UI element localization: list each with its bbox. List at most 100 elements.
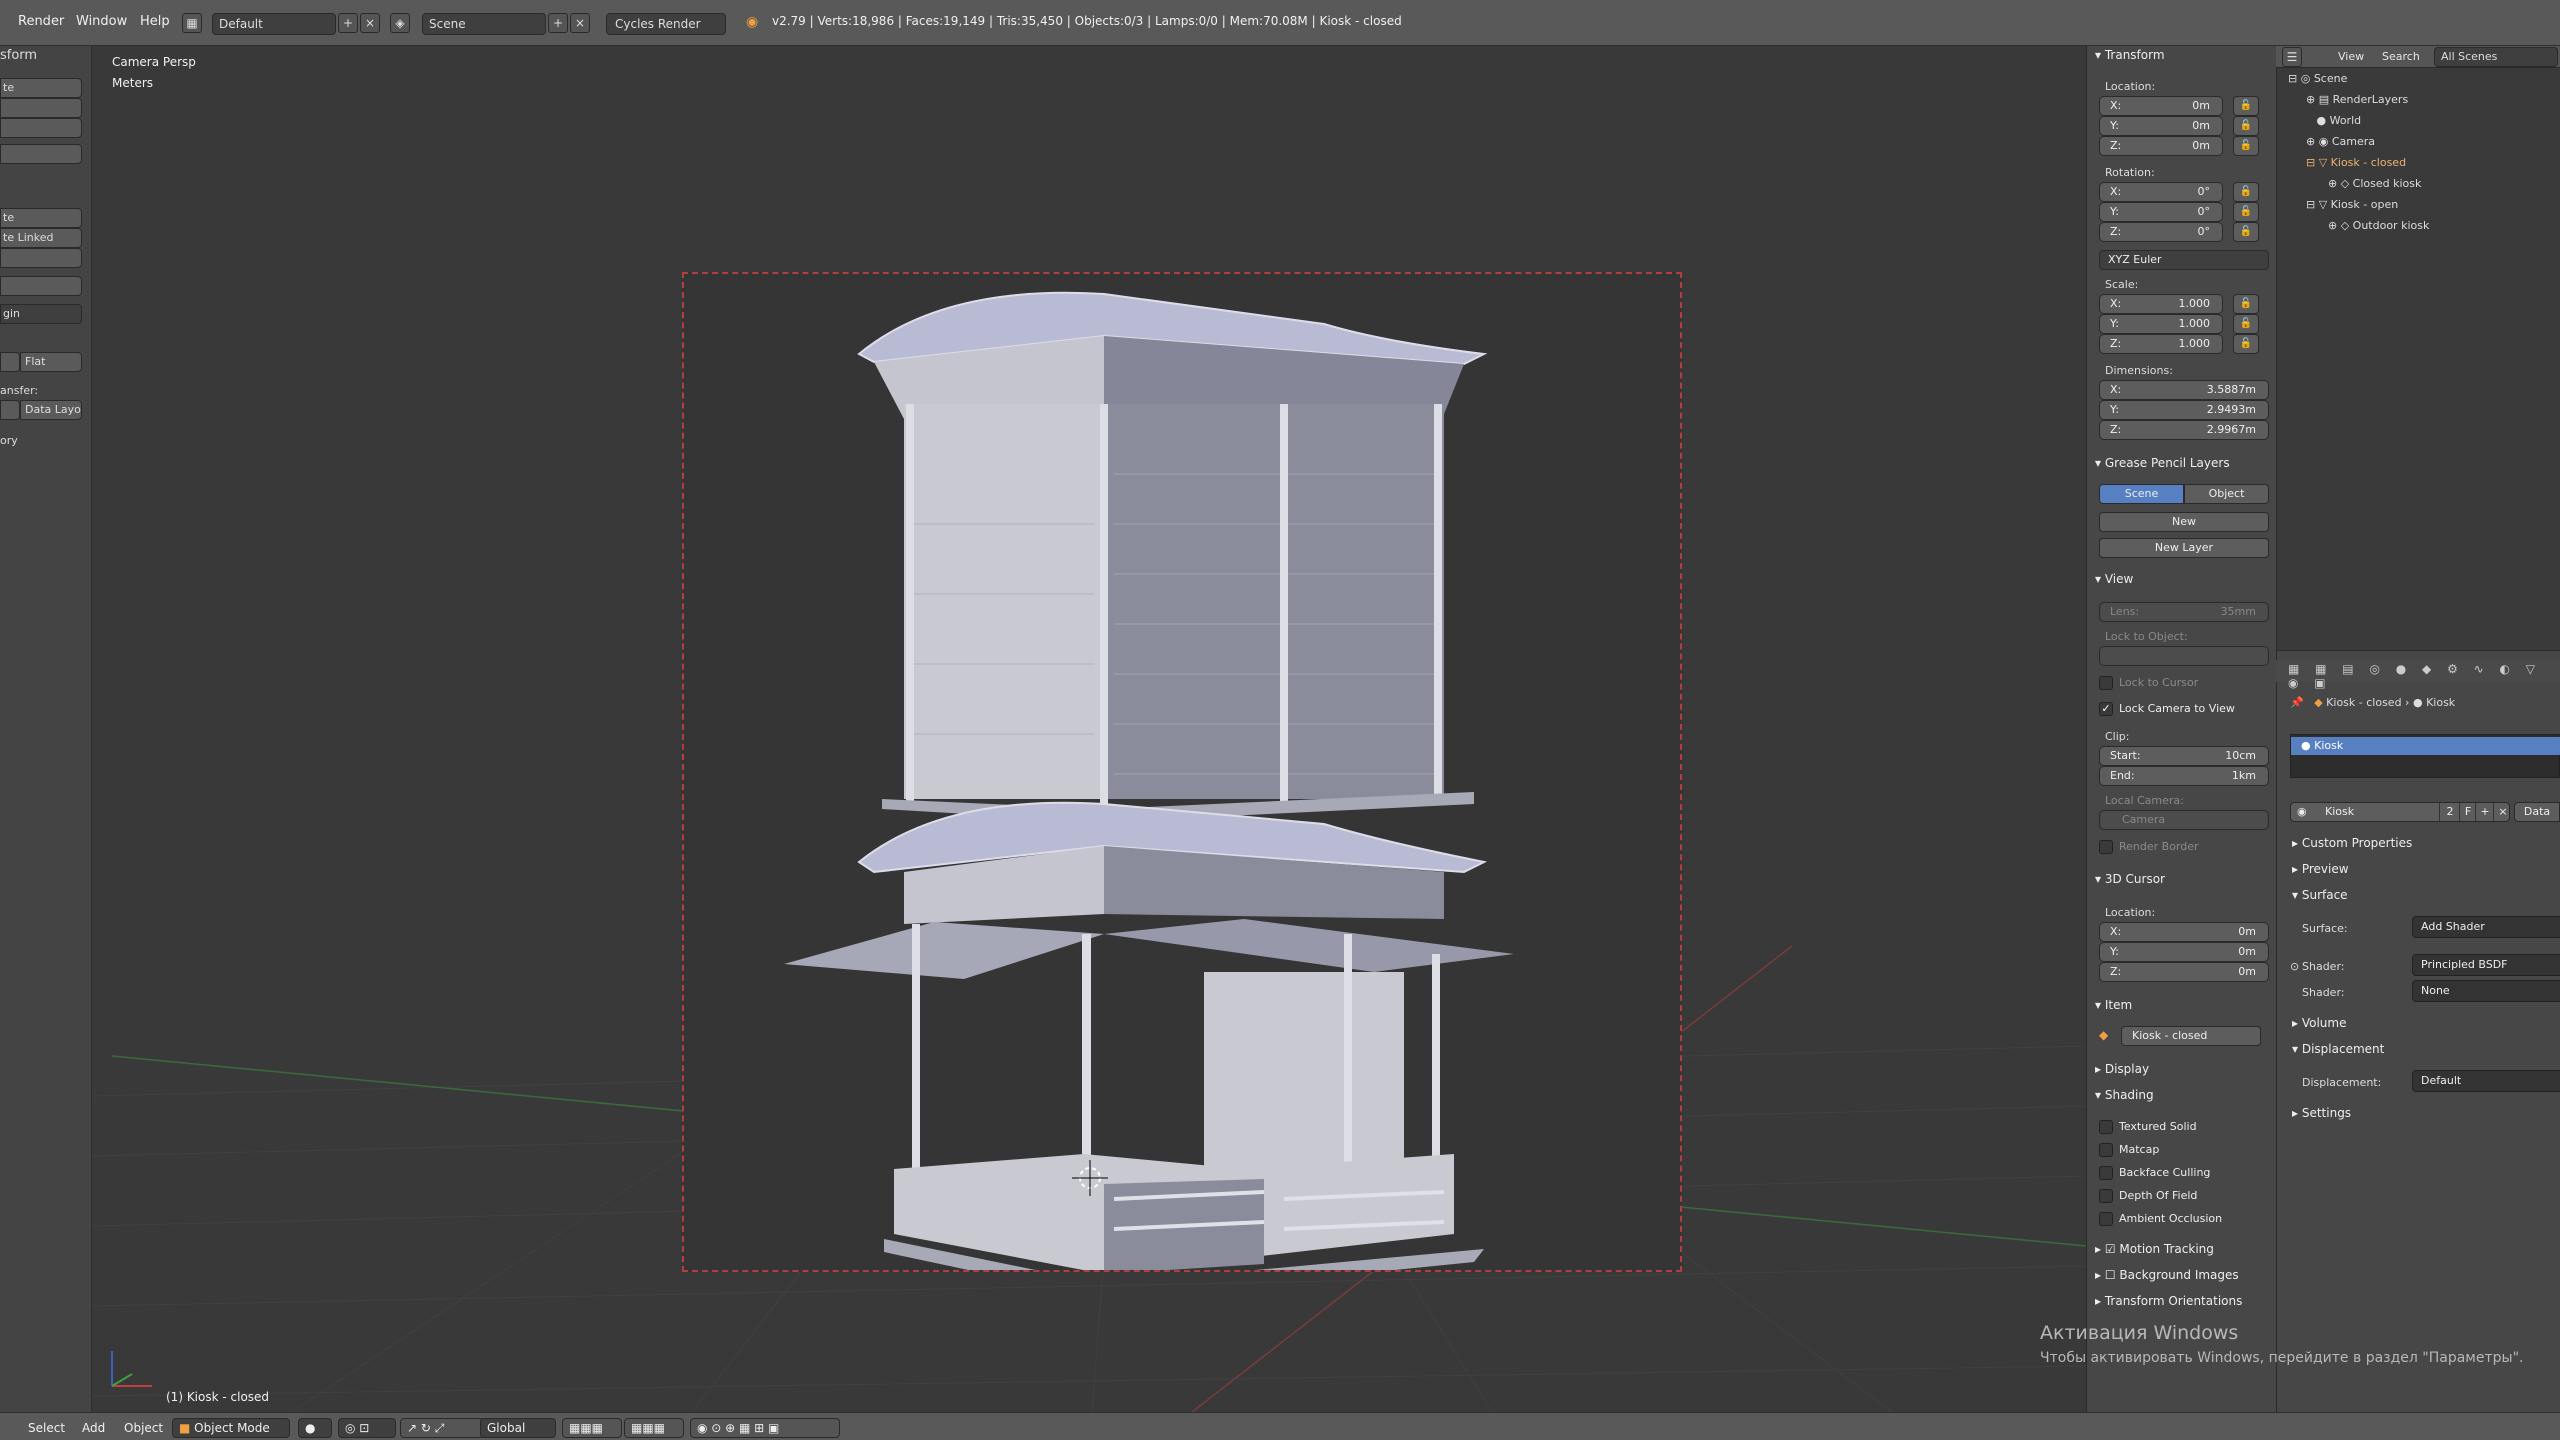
backface-culling-checkbox[interactable] xyxy=(2099,1166,2113,1180)
editor-type-icon[interactable]: ☰ xyxy=(2282,47,2302,67)
lock-object-field[interactable] xyxy=(2099,646,2269,666)
settings-panel-header[interactable]: ▸ Settings xyxy=(2292,1106,2351,1120)
background-images-panel-header[interactable]: ▸ ☐ Background Images xyxy=(2095,1268,2239,1282)
lock-icon[interactable]: 🔓 xyxy=(2233,202,2259,222)
scale-y-field[interactable]: Y: 1.000 xyxy=(2099,314,2223,334)
dimensions-x-field[interactable]: X: 3.5887m xyxy=(2099,380,2269,400)
3d-viewport[interactable]: Camera Persp Meters (1) Kiosk - closed xyxy=(92,46,2086,1412)
local-camera-field[interactable]: Camera xyxy=(2099,810,2269,830)
outliner-item-closed-kiosk[interactable]: ⊕ ◇ Closed kiosk xyxy=(2328,177,2421,190)
tool-button[interactable] xyxy=(0,276,82,296)
layout-selector[interactable]: Default xyxy=(212,13,336,35)
outliner-item-scene[interactable]: ⊟ ◎ Scene xyxy=(2288,72,2347,85)
set-origin-dropdown[interactable]: gin xyxy=(0,304,82,324)
data-button[interactable] xyxy=(0,400,20,420)
shader-1-selector[interactable]: Principled BSDF xyxy=(2412,954,2560,976)
grease-pencil-panel-header[interactable]: ▾ Grease Pencil Layers xyxy=(2095,456,2230,470)
menu-add[interactable]: Add xyxy=(82,1421,105,1435)
lock-icon[interactable]: 🔓 xyxy=(2233,334,2259,354)
volume-panel-header[interactable]: ▸ Volume xyxy=(2292,1016,2346,1030)
location-x-field[interactable]: X: 0m xyxy=(2099,96,2223,116)
viewport-shading-selector[interactable]: ● xyxy=(298,1418,332,1438)
lock-icon[interactable]: 🔓 xyxy=(2233,182,2259,202)
location-y-field[interactable]: Y: 0m xyxy=(2099,116,2223,136)
lock-icon[interactable]: 🔓 xyxy=(2233,116,2259,136)
surface-shader-selector[interactable]: Add Shader xyxy=(2412,916,2560,938)
cursor-y-field[interactable]: Y: 0m xyxy=(2099,942,2269,962)
outliner-display-mode[interactable]: All Scenes xyxy=(2434,47,2558,67)
scale-z-field[interactable]: Z: 1.000 xyxy=(2099,334,2223,354)
rotation-y-field[interactable]: Y: 0° xyxy=(2099,202,2223,222)
menu-render[interactable]: Render xyxy=(18,14,64,29)
tool-button[interactable] xyxy=(0,144,82,164)
material-slot-item[interactable]: ● Kiosk xyxy=(2291,737,2560,755)
transform-orientation-selector[interactable]: Global xyxy=(480,1418,556,1438)
data-link-button[interactable]: Data xyxy=(2514,802,2560,822)
mode-selector[interactable]: ■ Object Mode xyxy=(172,1418,290,1438)
pivot-selector[interactable]: ◎ ⊡ xyxy=(338,1418,396,1438)
lock-icon[interactable]: 🔓 xyxy=(2233,294,2259,314)
tool-button[interactable] xyxy=(0,98,82,118)
clip-start-field[interactable]: Start: 10cm xyxy=(2099,746,2269,766)
add-scene-icon[interactable]: + xyxy=(548,13,568,33)
tool-button[interactable] xyxy=(0,118,82,138)
data-layout-button[interactable]: Data Layo xyxy=(20,400,82,420)
outliner-item-camera[interactable]: ⊕ ◉ Camera xyxy=(2306,135,2375,148)
add-material-icon[interactable]: + xyxy=(2475,803,2494,821)
snap-and-render-toggles[interactable]: ◉ ⊙ ⊕ ▦ ⊞ ▣ xyxy=(690,1418,840,1438)
surface-panel-header[interactable]: ▾ Surface xyxy=(2292,888,2348,902)
pin-icon[interactable]: 📌 xyxy=(2290,696,2304,709)
ambient-occlusion-checkbox[interactable] xyxy=(2099,1212,2113,1226)
item-panel-header[interactable]: ▾ Item xyxy=(2095,998,2132,1012)
transform-panel-header[interactable]: ▾ Transform xyxy=(2095,48,2165,62)
cursor-z-field[interactable]: Z: 0m xyxy=(2099,962,2269,982)
lock-icon[interactable]: 🔓 xyxy=(2233,136,2259,156)
render-engine-selector[interactable]: Cycles Render xyxy=(606,13,726,35)
lock-to-cursor-checkbox[interactable] xyxy=(2099,676,2113,690)
outliner-item-renderlayers[interactable]: ⊕ ▤ RenderLayers xyxy=(2306,93,2408,106)
outliner-item-world[interactable]: ● World xyxy=(2306,114,2361,127)
duplicate-linked-button[interactable]: te Linked xyxy=(0,228,82,248)
remove-scene-icon[interactable]: × xyxy=(570,13,590,33)
outliner-item-kiosk-closed[interactable]: ⊟ ▽ Kiosk - closed xyxy=(2306,156,2406,169)
outliner-search-menu[interactable]: Search xyxy=(2382,50,2420,63)
remove-layout-icon[interactable]: × xyxy=(360,13,380,33)
tab-gp-object[interactable]: Object xyxy=(2184,484,2269,504)
outliner-view-menu[interactable]: View xyxy=(2338,50,2364,63)
displacement-panel-header[interactable]: ▾ Displacement xyxy=(2292,1042,2384,1056)
scene-icon[interactable]: ◈ xyxy=(390,13,410,33)
displacement-selector[interactable]: Default xyxy=(2412,1070,2560,1092)
motion-tracking-panel-header[interactable]: ▸ ☑ Motion Tracking xyxy=(2095,1242,2214,1256)
shader-2-selector[interactable]: None xyxy=(2412,980,2560,1002)
gp-new-button[interactable]: New xyxy=(2099,512,2269,532)
lock-icon[interactable]: 🔓 xyxy=(2233,96,2259,116)
display-panel-header[interactable]: ▸ Display xyxy=(2095,1062,2149,1076)
fake-user-button[interactable]: F xyxy=(2459,803,2476,821)
layer-buttons[interactable]: ▦▦▦ xyxy=(562,1418,622,1438)
material-slot-list[interactable]: ● Kiosk xyxy=(2290,734,2560,778)
3d-cursor-icon[interactable] xyxy=(1070,1158,1110,1198)
view-panel-header[interactable]: ▾ View xyxy=(2095,572,2133,586)
gp-new-layer-button[interactable]: New Layer xyxy=(2099,538,2269,558)
layer-buttons-2[interactable]: ▦▦▦ xyxy=(624,1418,684,1438)
item-name-field[interactable]: Kiosk - closed xyxy=(2121,1026,2261,1046)
3d-cursor-panel-header[interactable]: ▾ 3D Cursor xyxy=(2095,872,2165,886)
add-layout-icon[interactable]: + xyxy=(338,13,358,33)
rotation-x-field[interactable]: X: 0° xyxy=(2099,182,2223,202)
lock-camera-to-view-checkbox[interactable]: ✓ xyxy=(2099,702,2113,716)
outliner-item-kiosk-open[interactable]: ⊟ ▽ Kiosk - open xyxy=(2306,198,2398,211)
menu-object[interactable]: Object xyxy=(124,1421,163,1435)
render-border-checkbox[interactable] xyxy=(2099,840,2113,854)
cursor-x-field[interactable]: X: 0m xyxy=(2099,922,2269,942)
duplicate-button[interactable]: te xyxy=(0,208,82,228)
outliner-item-outdoor-kiosk[interactable]: ⊕ ◇ Outdoor kiosk xyxy=(2328,219,2429,232)
smooth-button[interactable] xyxy=(0,352,20,372)
custom-properties-panel-header[interactable]: ▸ Custom Properties xyxy=(2292,836,2412,850)
dimensions-z-field[interactable]: Z: 2.9967m xyxy=(2099,420,2269,440)
menu-window[interactable]: Window xyxy=(76,14,127,29)
textured-solid-checkbox[interactable] xyxy=(2099,1120,2113,1134)
scale-x-field[interactable]: X: 1.000 xyxy=(2099,294,2223,314)
menu-help[interactable]: Help xyxy=(140,14,170,29)
lock-icon[interactable]: 🔓 xyxy=(2233,314,2259,334)
rotation-z-field[interactable]: Z: 0° xyxy=(2099,222,2223,242)
